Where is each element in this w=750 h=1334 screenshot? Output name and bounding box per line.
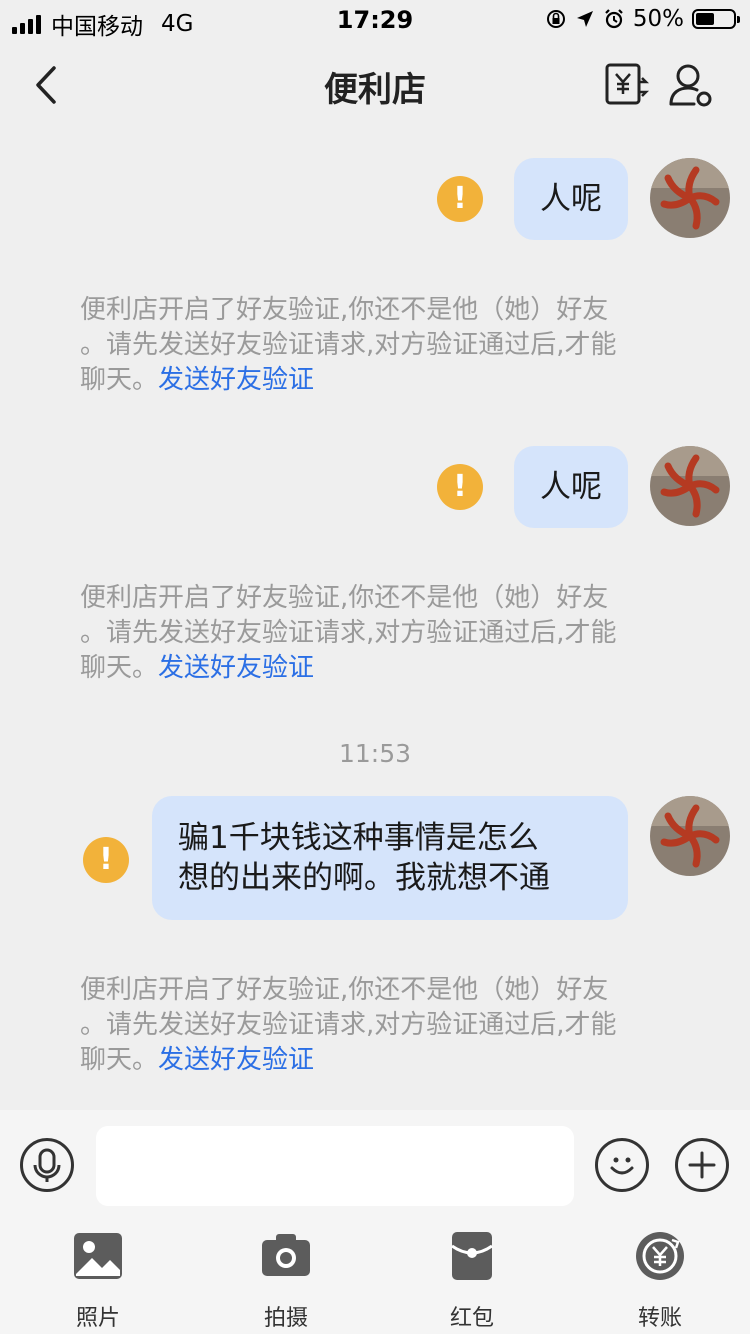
message-row: ! 人呢 xyxy=(0,156,750,246)
message-text: 想的出来的啊。我就想不通 xyxy=(178,860,550,896)
plus-icon xyxy=(688,1151,716,1179)
microphone-icon xyxy=(33,1148,61,1182)
alarm-icon xyxy=(605,9,623,29)
chat-screen: 中国移动 4G 17:29 50% 便利店 ! 人呢 便利店开启了好友验证,你还… xyxy=(0,0,750,1334)
starfish-avatar-image xyxy=(650,446,730,526)
chevron-left-icon[interactable] xyxy=(28,62,68,108)
time-divider: 11:53 xyxy=(338,739,412,768)
notice-line: 聊天。 xyxy=(80,653,159,683)
message-text: 人呢 xyxy=(540,181,602,217)
friend-verification-notice: 便利店开启了好友验证,你还不是他（她）好友 。请先发送好友验证请求,对方验证通过… xyxy=(80,973,680,1078)
status-right: 50% xyxy=(545,6,740,32)
more-button[interactable] xyxy=(675,1138,729,1192)
friend-verification-notice: 便利店开启了好友验证,你还不是他（她）好友 。请先发送好友验证请求,对方验证通过… xyxy=(80,293,680,398)
camera-tool[interactable]: 拍摄 xyxy=(226,1230,346,1332)
red-packet-tool[interactable]: 红包 xyxy=(412,1230,532,1332)
avatar[interactable] xyxy=(650,446,730,526)
person-settings-icon[interactable] xyxy=(668,62,714,108)
warning-icon[interactable]: ! xyxy=(437,176,483,222)
photo-tool[interactable]: 照片 xyxy=(38,1230,158,1332)
friend-verification-notice: 便利店开启了好友验证,你还不是他（她）好友 。请先发送好友验证请求,对方验证通过… xyxy=(80,581,680,686)
send-verification-link[interactable]: 发送好友验证 xyxy=(158,653,314,683)
red-packet-icon xyxy=(451,1232,493,1280)
battery-icon xyxy=(692,9,740,29)
camera-icon xyxy=(262,1234,310,1276)
message-text: 人呢 xyxy=(540,469,602,505)
starfish-avatar-image xyxy=(650,796,730,876)
emoji-button[interactable] xyxy=(595,1138,649,1192)
battery-level xyxy=(696,13,714,25)
message-input[interactable] xyxy=(96,1126,574,1206)
voice-button[interactable] xyxy=(20,1138,74,1192)
tool-label: 红包 xyxy=(449,1306,494,1331)
status-bar: 中国移动 4G 17:29 50% xyxy=(0,0,750,40)
tool-label: 转账 xyxy=(637,1306,682,1331)
avatar[interactable] xyxy=(650,796,730,876)
yuan-transfer-icon[interactable] xyxy=(604,62,650,108)
transfer-icon xyxy=(636,1232,684,1280)
send-verification-link[interactable]: 发送好友验证 xyxy=(158,365,314,395)
starfish-avatar-image xyxy=(650,158,730,238)
notice-line: 。请先发送好友验证请求,对方验证通过后,才能 xyxy=(80,618,617,648)
message-bubble[interactable]: 骗1千块钱这种事情是怎么 想的出来的啊。我就想不通 xyxy=(152,796,628,920)
nav-bar: 便利店 xyxy=(0,44,750,126)
photo-icon xyxy=(74,1233,122,1279)
transfer-tool[interactable]: 转账 xyxy=(600,1230,720,1332)
message-row: ! 骗1千块钱这种事情是怎么 想的出来的啊。我就想不通 xyxy=(0,794,750,924)
notice-line: 。请先发送好友验证请求,对方验证通过后,才能 xyxy=(80,1010,617,1040)
tool-label: 拍摄 xyxy=(263,1306,308,1331)
smiley-icon xyxy=(610,1157,634,1175)
notice-line: 聊天。 xyxy=(80,365,159,395)
send-verification-link[interactable]: 发送好友验证 xyxy=(158,1045,314,1075)
message-bubble[interactable]: 人呢 xyxy=(514,158,628,240)
message-text: 骗1千块钱这种事情是怎么 xyxy=(178,820,539,856)
avatar[interactable] xyxy=(650,158,730,238)
input-area: 照片 拍摄 红包 转账 xyxy=(0,1110,750,1334)
notice-line: 便利店开启了好友验证,你还不是他（她）好友 xyxy=(80,295,609,325)
notice-line: 。请先发送好友验证请求,对方验证通过后,才能 xyxy=(80,330,617,360)
tool-label: 照片 xyxy=(75,1306,120,1331)
notice-line: 聊天。 xyxy=(80,1045,159,1075)
battery-percent: 50% xyxy=(632,6,684,32)
location-icon xyxy=(576,11,593,27)
notice-line: 便利店开启了好友验证,你还不是他（她）好友 xyxy=(80,975,609,1005)
orientation-lock-icon xyxy=(546,10,565,28)
warning-icon[interactable]: ! xyxy=(437,464,483,510)
notice-line: 便利店开启了好友验证,你还不是他（她）好友 xyxy=(80,583,609,613)
warning-icon[interactable]: ! xyxy=(83,837,129,883)
message-bubble[interactable]: 人呢 xyxy=(514,446,628,528)
message-row: ! 人呢 xyxy=(0,444,750,534)
